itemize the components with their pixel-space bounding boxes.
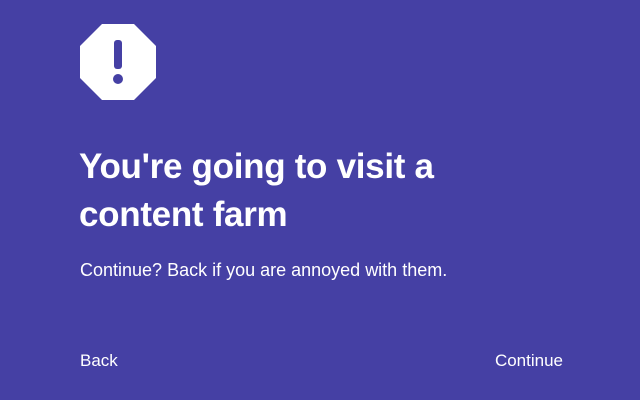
back-button[interactable]: Back — [80, 350, 118, 372]
interstitial-page: You're going to visit a content farm Con… — [0, 0, 640, 400]
page-title: You're going to visit a content farm — [79, 143, 599, 239]
title-line-1: You're going to visit a — [79, 147, 434, 186]
warning-message: Continue? Back if you are annoyed with t… — [80, 260, 448, 280]
warning-octagon-icon — [80, 24, 156, 100]
title-line-2: content farm — [79, 195, 288, 234]
continue-button[interactable]: Continue — [495, 350, 563, 372]
